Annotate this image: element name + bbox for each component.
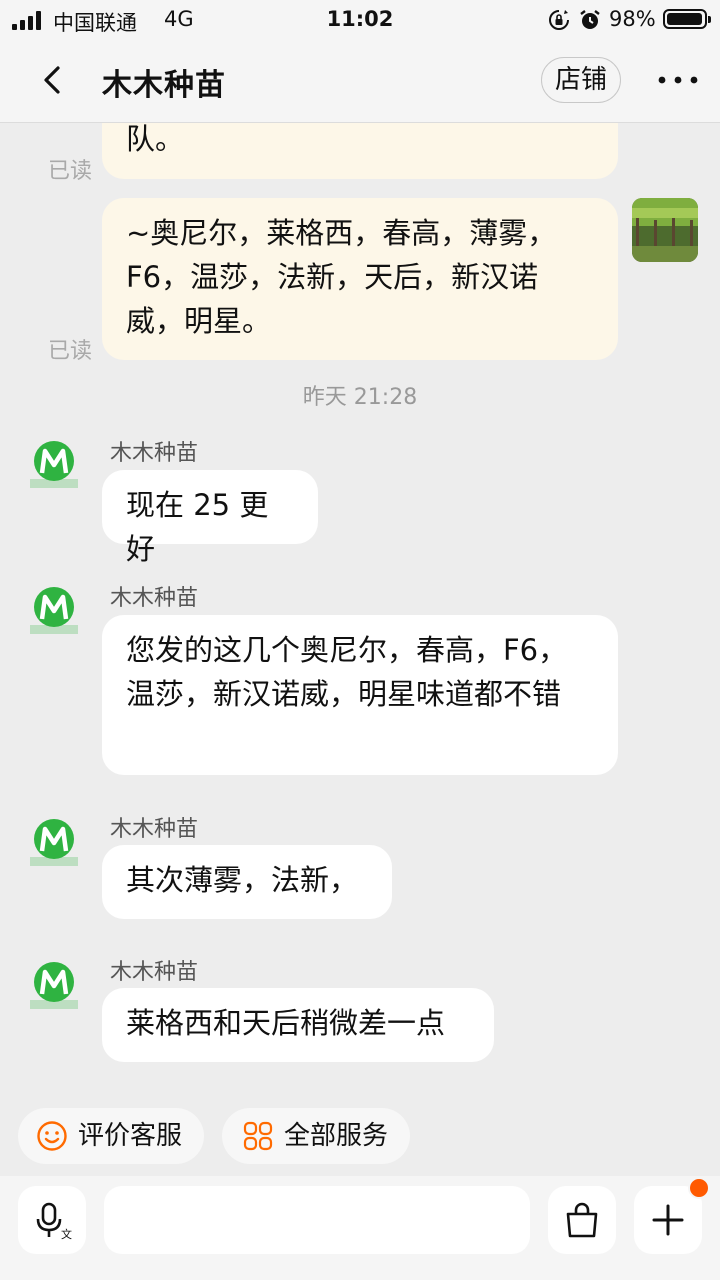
- voice-input-icon: 文: [36, 1202, 72, 1240]
- incoming-message[interactable]: 莱格西和天后稍微差一点: [102, 988, 494, 1062]
- voice-input-button[interactable]: 文: [18, 1186, 86, 1254]
- sender-name: 木木种苗: [110, 817, 199, 842]
- chat-header: 木木种苗 店铺: [0, 40, 720, 123]
- sender-name: 木木种苗: [110, 960, 199, 985]
- message-text: 其次薄雾，法新，: [126, 863, 359, 897]
- notification-dot: [688, 1177, 710, 1199]
- alarm-icon: [580, 10, 600, 29]
- message-text: ~奥尼尔，莱格西，春高，薄雾，F6，温莎，法新，天后，新汉诺威，明星。: [126, 216, 557, 338]
- sender-name: 木木种苗: [110, 441, 199, 466]
- message-text: 队。: [126, 123, 185, 156]
- avatar-shop[interactable]: [28, 585, 80, 637]
- message-text: 现在 25 更好: [126, 488, 269, 566]
- chip-label: 评价客服: [78, 1121, 183, 1151]
- grid-services-icon: [243, 1121, 273, 1151]
- battery-percent: 98%: [609, 7, 656, 31]
- input-bar: 文: [0, 1176, 720, 1280]
- all-services-button[interactable]: 全部服务: [222, 1108, 410, 1164]
- timestamp: 昨天 21:28: [302, 385, 418, 410]
- avatar-shop[interactable]: [28, 817, 80, 869]
- message-input-box[interactable]: [104, 1186, 607, 1254]
- message-text: 您发的这几个奥尼尔，春高，F6，温莎，新汉诺威，明星味道都不错: [126, 633, 568, 711]
- smiley-icon: [37, 1121, 67, 1151]
- shop-logo-icon: [30, 962, 78, 1009]
- rotation-lock-icon: [549, 10, 569, 30]
- sender-name: 木木种苗: [110, 586, 199, 611]
- chip-label: 全部服务: [284, 1121, 389, 1151]
- incoming-message[interactable]: 其次薄雾，法新，: [102, 845, 392, 919]
- more-dots-icon[interactable]: [656, 62, 700, 98]
- incoming-message[interactable]: 现在 25 更好: [102, 470, 318, 566]
- shop-logo-icon: [30, 819, 78, 866]
- incoming-message[interactable]: 您发的这几个奥尼尔，春高，F6，温莎，新汉诺威，明星味道都不错: [102, 615, 618, 775]
- plus-icon: [652, 1204, 684, 1236]
- avatar-shop[interactable]: [28, 960, 80, 1012]
- svg-text:文: 文: [61, 1227, 72, 1240]
- outgoing-message[interactable]: ~奥尼尔，莱格西，春高，薄雾，F6，温莎，法新，天后，新汉诺威，明星。: [102, 198, 618, 360]
- avatar-shop[interactable]: [28, 439, 80, 491]
- rate-service-button[interactable]: 评价客服: [18, 1108, 204, 1164]
- shop-button[interactable]: 店铺: [541, 57, 621, 103]
- message-text: 莱格西和天后稍微差一点: [126, 1006, 446, 1040]
- read-receipt: 已读: [48, 159, 93, 184]
- back-button[interactable]: [36, 62, 72, 98]
- shop-logo-icon: [30, 587, 78, 634]
- shopping-bag-icon: [566, 1202, 598, 1238]
- chat-title: 木木种苗: [102, 68, 226, 103]
- outgoing-message[interactable]: 队。: [102, 123, 618, 179]
- shop-logo-icon: [30, 441, 78, 488]
- read-receipt: 已读: [48, 339, 93, 364]
- battery-icon: [663, 9, 711, 29]
- chat-history[interactable]: 队。 已读 ~奥尼尔，莱格西，春高，薄雾，F6，温莎，法新，天后，新汉诺威，明星…: [0, 123, 720, 1098]
- status-bar: 中国联通 4G 11:02 98%: [0, 0, 720, 40]
- more-actions-button[interactable]: [634, 1177, 710, 1254]
- message-input[interactable]: [124, 1196, 458, 1246]
- avatar-self[interactable]: [632, 198, 698, 262]
- shopping-bag-button[interactable]: [548, 1186, 616, 1254]
- vineyard-photo-icon: [632, 198, 698, 262]
